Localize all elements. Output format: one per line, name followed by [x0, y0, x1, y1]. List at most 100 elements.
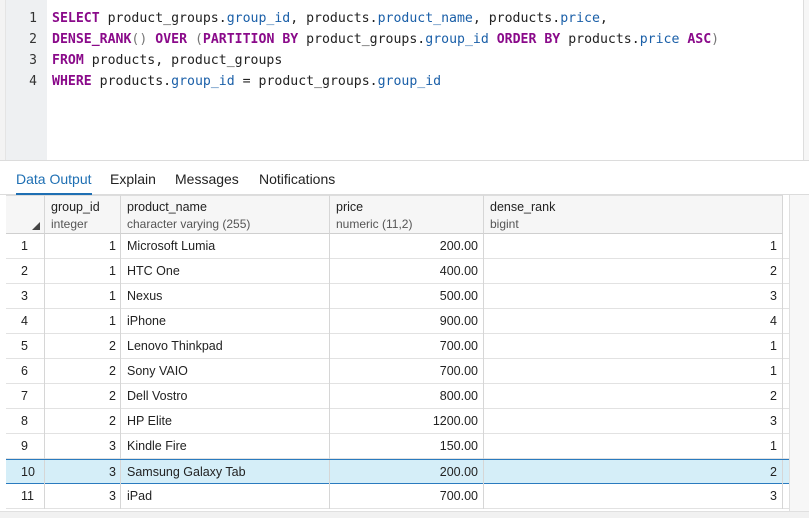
line-number-gutter: 1 2 3 4: [6, 0, 47, 160]
table-row[interactable]: 6 2 Sony VAIO 700.00 1: [6, 359, 803, 384]
column-name: price: [336, 200, 364, 214]
table-row[interactable]: 9 3 Kindle Fire 150.00 1: [6, 434, 803, 459]
table-row[interactable]: 8 2 HP Elite 1200.00 3: [6, 409, 803, 434]
table-cell-price[interactable]: 700.00: [330, 359, 484, 384]
table-cell-price[interactable]: 500.00: [330, 284, 484, 309]
table-cell-dense-rank[interactable]: 4: [484, 309, 783, 334]
table-row[interactable]: 2 1 HTC One 400.00 2: [6, 259, 803, 284]
result-grid: group_id integer product_name character …: [6, 195, 809, 513]
row-number-cell[interactable]: 1: [6, 234, 45, 259]
table-cell-dense-rank[interactable]: 1: [484, 334, 783, 359]
code-line-2[interactable]: DENSE_RANK() OVER (PARTITION BY product_…: [52, 29, 719, 50]
code-line-4[interactable]: WHERE products.group_id = product_groups…: [52, 71, 441, 92]
table-cell-price[interactable]: 700.00: [330, 484, 484, 509]
column-name: product_name: [127, 200, 207, 214]
table-cell-price[interactable]: 900.00: [330, 309, 484, 334]
line-number: 3: [29, 53, 37, 68]
table-cell-product-name[interactable]: Sony VAIO: [121, 359, 330, 384]
table-cell-group-id[interactable]: 1: [45, 259, 121, 284]
line-number: 4: [29, 74, 37, 89]
table-cell-dense-rank[interactable]: 2: [484, 460, 783, 485]
table-cell-product-name[interactable]: Dell Vostro: [121, 384, 330, 409]
grid-horizontal-scrollbar[interactable]: [0, 511, 809, 518]
table-cell-price[interactable]: 150.00: [330, 434, 484, 459]
column-header-product-name[interactable]: product_name character varying (255): [121, 195, 330, 234]
table-cell-group-id[interactable]: 2: [45, 409, 121, 434]
tab-messages[interactable]: Messages: [175, 169, 239, 195]
table-cell-dense-rank[interactable]: 3: [484, 484, 783, 509]
table-cell-group-id[interactable]: 2: [45, 359, 121, 384]
column-type: character varying (255): [127, 217, 251, 231]
table-cell-product-name[interactable]: iPad: [121, 484, 330, 509]
table-cell-dense-rank[interactable]: 2: [484, 259, 783, 284]
row-number-cell[interactable]: 9: [6, 434, 45, 459]
line-number: 1: [29, 11, 37, 26]
output-tabs: Data Output Explain Messages Notificatio…: [0, 161, 809, 195]
table-row[interactable]: 1 1 Microsoft Lumia 200.00 1: [6, 234, 803, 259]
table-cell-product-name[interactable]: iPhone: [121, 309, 330, 334]
table-cell-dense-rank[interactable]: 2: [484, 384, 783, 409]
table-cell-group-id[interactable]: 2: [45, 384, 121, 409]
row-number-cell[interactable]: 8: [6, 409, 45, 434]
table-row[interactable]: 7 2 Dell Vostro 800.00 2: [6, 384, 803, 409]
row-number-cell[interactable]: 10: [6, 460, 45, 485]
table-cell-dense-rank[interactable]: 1: [484, 434, 783, 459]
table-cell-product-name[interactable]: Kindle Fire: [121, 434, 330, 459]
column-name: dense_rank: [490, 200, 556, 214]
table-cell-price[interactable]: 700.00: [330, 334, 484, 359]
table-cell-group-id[interactable]: 3: [45, 460, 121, 485]
table-row[interactable]: 11 3 iPad 700.00 3: [6, 484, 803, 509]
table-cell-group-id[interactable]: 3: [45, 434, 121, 459]
column-header-dense-rank[interactable]: dense_rank bigint: [484, 195, 783, 234]
sql-editor[interactable]: 1 2 3 4 SELECT product_groups.group_id, …: [0, 0, 809, 160]
row-number-cell[interactable]: 3: [6, 284, 45, 309]
row-number-cell[interactable]: 4: [6, 309, 45, 334]
table-row[interactable]: 5 2 Lenovo Thinkpad 700.00 1: [6, 334, 803, 359]
table-cell-product-name[interactable]: Samsung Galaxy Tab: [121, 460, 330, 485]
table-cell-dense-rank[interactable]: 3: [484, 409, 783, 434]
kw-select: SELECT: [52, 11, 100, 26]
row-number-cell[interactable]: 6: [6, 359, 45, 384]
tab-data-output[interactable]: Data Output: [16, 169, 92, 195]
table-cell-group-id[interactable]: 3: [45, 484, 121, 509]
table-cell-price[interactable]: 1200.00: [330, 409, 484, 434]
column-type: numeric (11,2): [336, 217, 413, 231]
table-cell-dense-rank[interactable]: 1: [484, 234, 783, 259]
table-cell-product-name[interactable]: HP Elite: [121, 409, 330, 434]
table-cell-price[interactable]: 200.00: [330, 460, 484, 485]
table-cell-product-name[interactable]: Lenovo Thinkpad: [121, 334, 330, 359]
code-line-1[interactable]: SELECT product_groups.group_id, products…: [52, 8, 608, 29]
tab-notifications[interactable]: Notifications: [259, 169, 335, 195]
column-type: integer: [51, 217, 88, 231]
code-line-3[interactable]: FROM products, product_groups: [52, 50, 282, 71]
tab-explain[interactable]: Explain: [110, 169, 156, 195]
row-number-header[interactable]: [6, 195, 45, 234]
column-header-group-id[interactable]: group_id integer: [45, 195, 121, 234]
table-row[interactable]: 4 1 iPhone 900.00 4: [6, 309, 803, 334]
table-cell-group-id[interactable]: 1: [45, 284, 121, 309]
table-cell-price[interactable]: 800.00: [330, 384, 484, 409]
table-row[interactable]: 3 1 Nexus 500.00 3: [6, 284, 803, 309]
row-number-cell[interactable]: 11: [6, 484, 45, 509]
row-number-cell[interactable]: 2: [6, 259, 45, 284]
sort-corner-icon: [32, 222, 40, 230]
table-cell-price[interactable]: 200.00: [330, 234, 484, 259]
table-cell-dense-rank[interactable]: 1: [484, 359, 783, 384]
row-number-cell[interactable]: 5: [6, 334, 45, 359]
editor-scrollbar[interactable]: [803, 0, 809, 160]
table-cell-group-id[interactable]: 2: [45, 334, 121, 359]
table-cell-price[interactable]: 400.00: [330, 259, 484, 284]
line-number: 2: [29, 32, 37, 47]
table-cell-group-id[interactable]: 1: [45, 234, 121, 259]
table-cell-group-id[interactable]: 1: [45, 309, 121, 334]
table-row[interactable]: 10 3 Samsung Galaxy Tab 200.00 2: [6, 459, 803, 485]
column-name: group_id: [51, 200, 100, 214]
table-cell-product-name[interactable]: HTC One: [121, 259, 330, 284]
column-type: bigint: [490, 217, 519, 231]
row-number-cell[interactable]: 7: [6, 384, 45, 409]
grid-vertical-scrollbar[interactable]: [789, 195, 809, 513]
table-cell-dense-rank[interactable]: 3: [484, 284, 783, 309]
table-cell-product-name[interactable]: Microsoft Lumia: [121, 234, 330, 259]
table-cell-product-name[interactable]: Nexus: [121, 284, 330, 309]
column-header-price[interactable]: price numeric (11,2): [330, 195, 484, 234]
